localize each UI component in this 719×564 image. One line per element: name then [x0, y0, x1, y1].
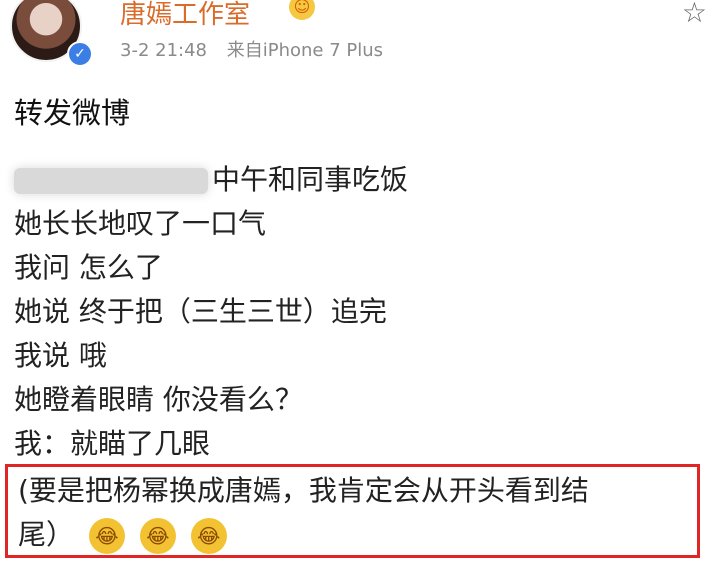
highlight-line: 尾） 😂 😂 😂: [18, 513, 589, 557]
verified-badge-icon: ✓: [67, 41, 93, 67]
text-line: 中午和同事吃饭: [14, 158, 704, 202]
laughing-face-icon: 😂: [139, 518, 176, 554]
forward-title: 转发微博: [14, 96, 131, 130]
source: 来自iPhone 7 Plus: [226, 40, 384, 61]
highlight-line-value: 尾）: [18, 518, 75, 551]
highlight-box: (要是把杨幂换成唐嫣，我肯定会从开头看到结 尾） 😂 😂 😂: [5, 464, 700, 558]
text-line: 我问 怎么了: [14, 251, 163, 284]
highlight-text: (要是把杨幂换成唐嫣，我肯定会从开头看到结 尾） 😂 😂 😂: [18, 469, 589, 557]
text-line: 她说 终于把（三生三世）追完: [14, 295, 387, 328]
laughing-face-icon: 😂: [190, 518, 227, 554]
post-meta: 3-2 21:48 来自iPhone 7 Plus: [120, 36, 397, 62]
text-line: 我：就瞄了几眼: [14, 427, 211, 460]
username[interactable]: 唐嫣工作室: [120, 0, 250, 31]
text-line-value: 中午和同事吃饭: [212, 163, 409, 196]
post-content: 中午和同事吃饭 她长长地叹了一口气 我问 怎么了 她说 终于把（三生三世）追完 …: [14, 158, 704, 466]
blurred-text: [14, 168, 208, 194]
emoji-badge-icon: ☺: [289, 0, 315, 20]
timestamp: 3-2 21:48: [120, 40, 207, 61]
text-line: 她瞪着眼睛 你没看么？: [14, 383, 303, 416]
text-line: 我说 哦: [14, 339, 107, 372]
text-line: 她长长地叹了一口气: [14, 207, 267, 240]
laughing-face-icon: 😂: [88, 518, 125, 554]
star-icon[interactable]: ☆: [682, 0, 707, 29]
highlight-line: (要是把杨幂换成唐嫣，我肯定会从开头看到结: [18, 474, 589, 507]
